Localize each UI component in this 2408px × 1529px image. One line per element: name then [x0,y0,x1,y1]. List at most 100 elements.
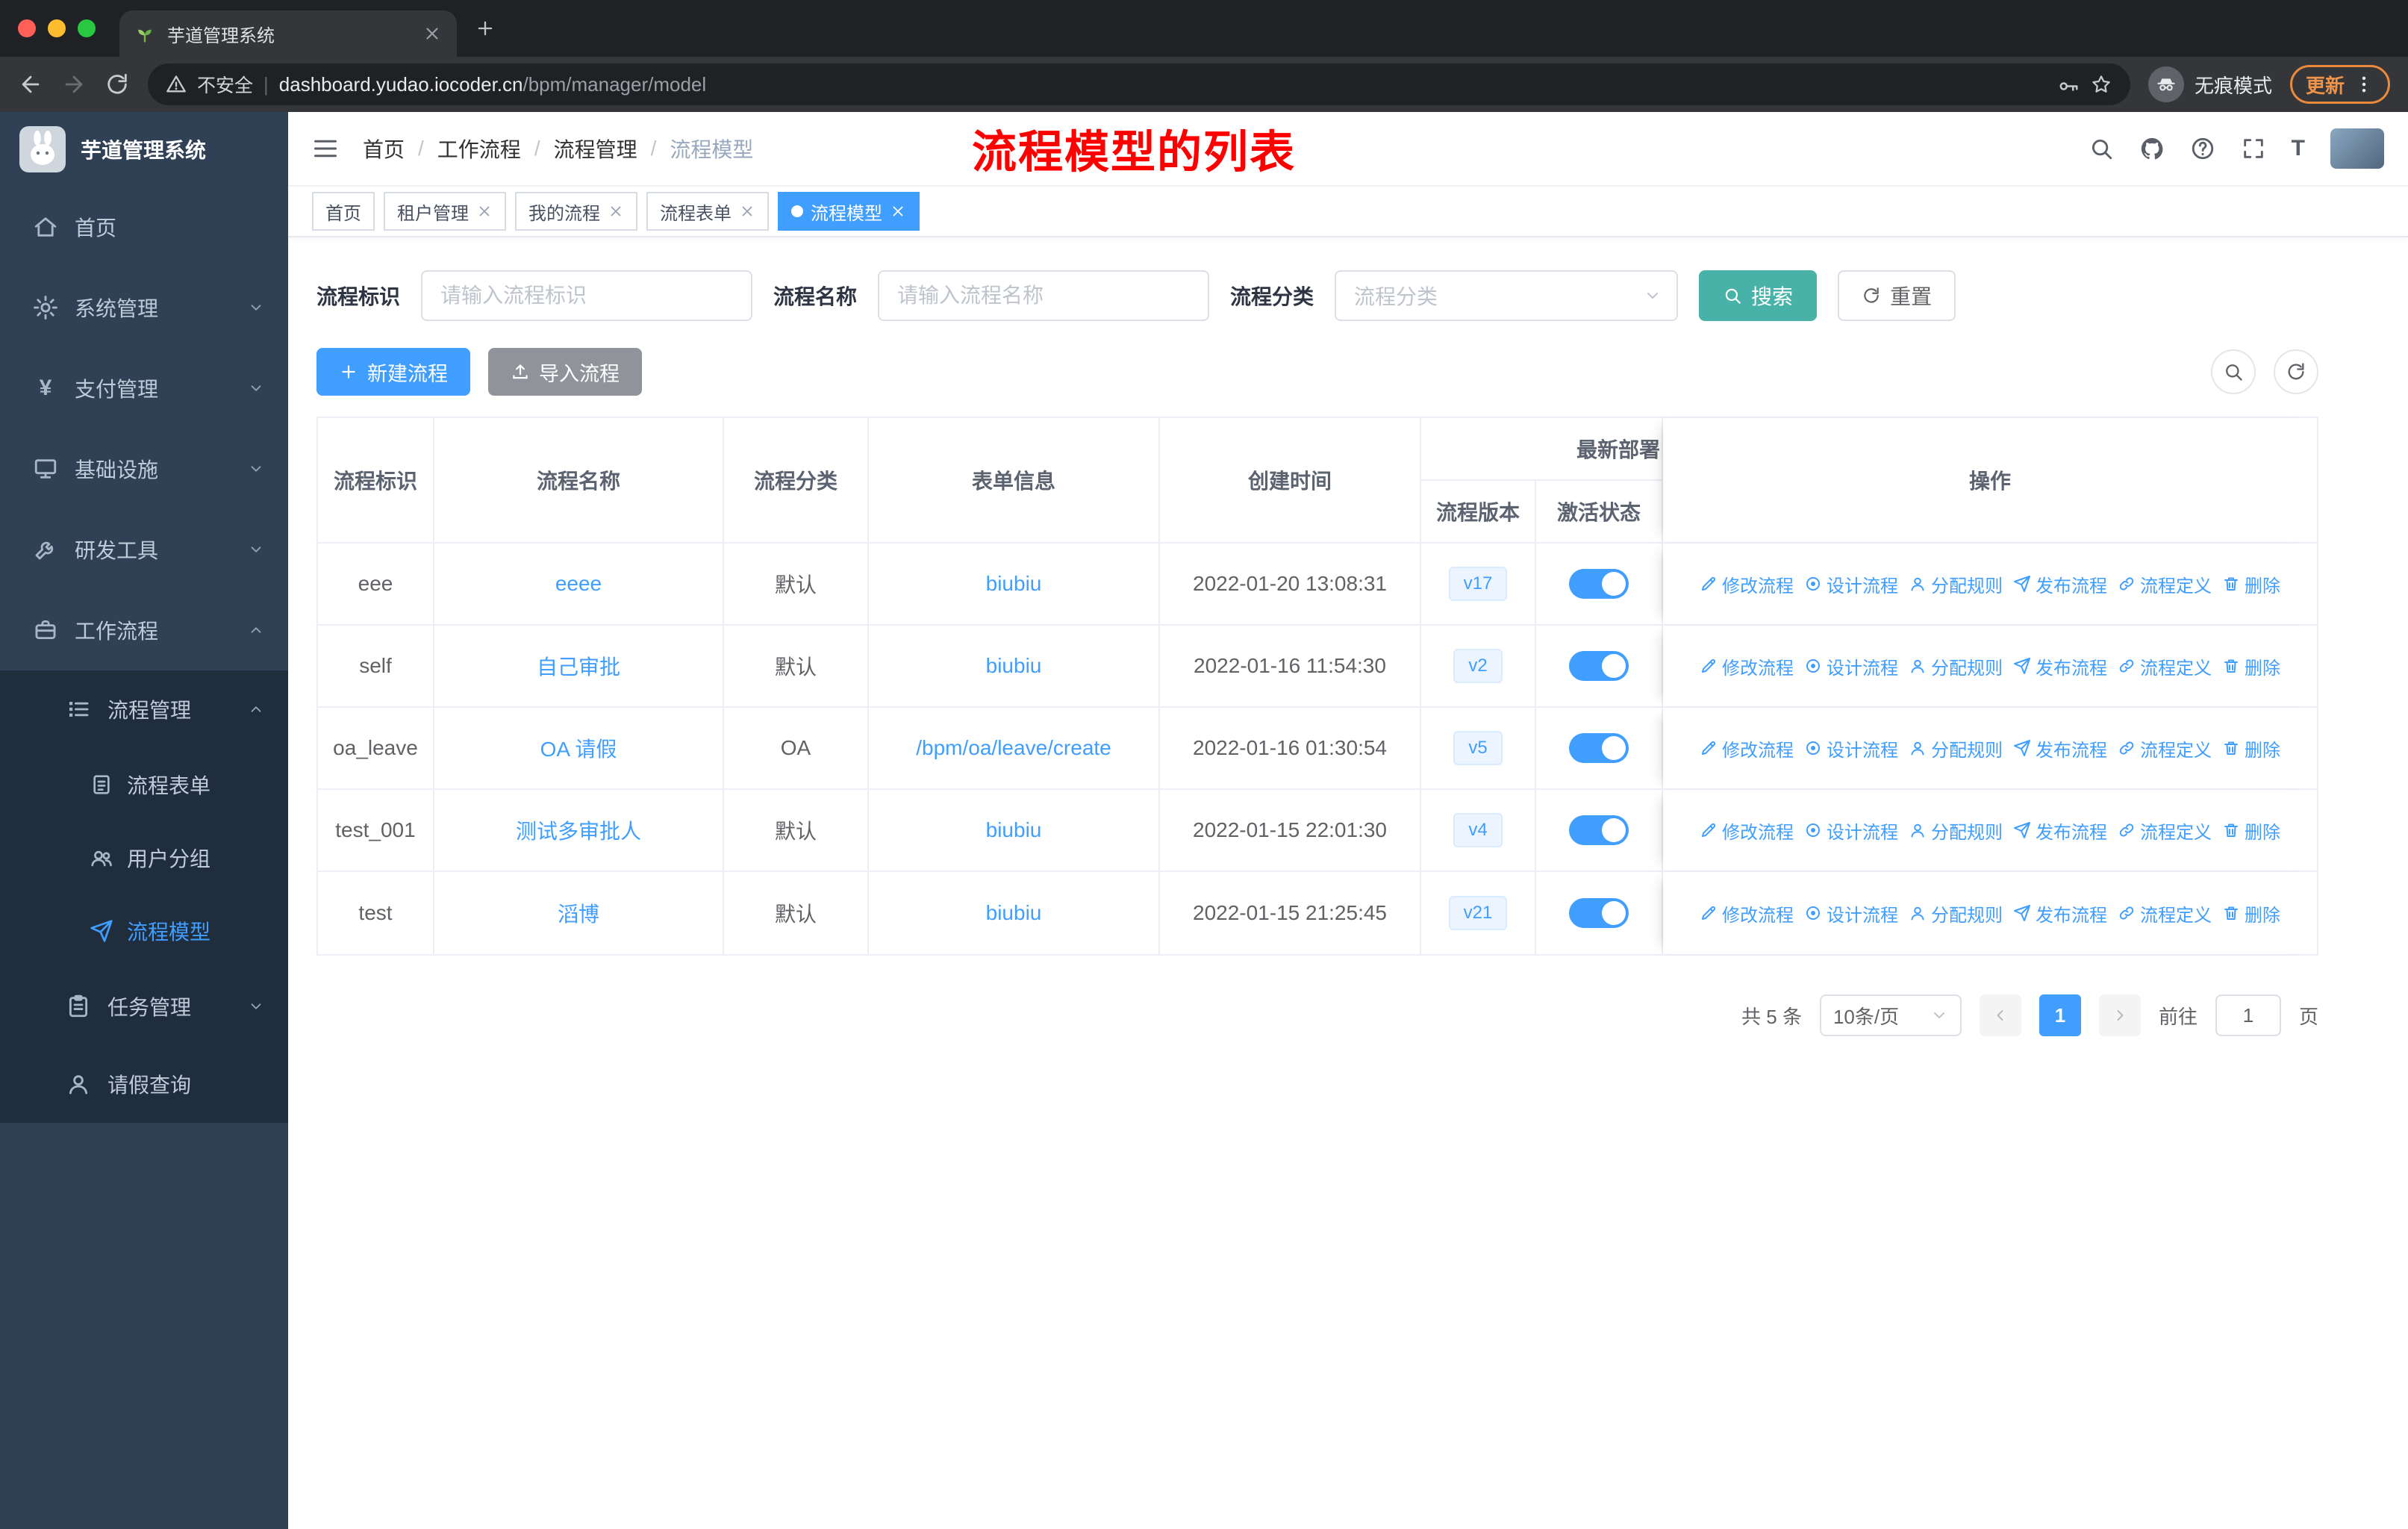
active-toggle[interactable] [1569,898,1629,928]
action-publish[interactable]: 发布流程 [2013,735,2107,762]
bookmark-star-icon[interactable] [2090,73,2112,96]
action-assign[interactable]: 分配规则 [1909,735,2003,762]
sidebar-item-home[interactable]: 首页 [0,187,288,267]
action-design[interactable]: 设计流程 [1804,571,1898,597]
fullscreen-icon[interactable] [2241,136,2266,161]
sidebar-item-devtools[interactable]: 研发工具 [0,509,288,590]
search-icon[interactable] [2089,136,2114,161]
address-bar[interactable]: 不安全 | dashboard.yudao.iocoder.cn/bpm/man… [148,63,2130,105]
action-delete[interactable]: 删除 [2222,900,2280,927]
action-definition[interactable]: 流程定义 [2118,653,2212,679]
action-delete[interactable]: 删除 [2222,571,2280,597]
breadcrumb-item[interactable]: 工作流程 [437,134,521,164]
sidebar-item-workflow[interactable]: 工作流程 [0,590,288,670]
form-link[interactable]: biubiu [986,818,1042,842]
active-toggle[interactable] [1569,815,1629,845]
sidebar-item-system[interactable]: 系统管理 [0,267,288,348]
tag-tenant[interactable]: 租户管理 [384,192,506,231]
update-button[interactable]: 更新 [2289,65,2390,104]
action-publish[interactable]: 发布流程 [2013,900,2107,927]
sidebar-item-user-group[interactable]: 用户分组 [0,821,288,894]
form-link[interactable]: /bpm/oa/leave/create [916,736,1111,760]
model-name-link[interactable]: 滔博 [558,898,599,928]
active-toggle[interactable] [1569,651,1629,681]
browser-menu-icon[interactable] [2354,74,2374,95]
action-assign[interactable]: 分配规则 [1909,653,2003,679]
action-edit[interactable]: 修改流程 [1700,735,1794,762]
browser-tab[interactable]: 芋道管理系统 [119,10,457,57]
create-process-button[interactable]: 新建流程 [316,348,470,396]
process-name-input[interactable] [878,270,1210,321]
action-design[interactable]: 设计流程 [1804,653,1898,679]
action-assign[interactable]: 分配规则 [1909,571,2003,597]
form-link[interactable]: biubiu [986,572,1042,596]
action-design[interactable]: 设计流程 [1804,900,1898,927]
collapse-sidebar-icon[interactable] [312,135,339,162]
model-name-link[interactable]: 自己审批 [537,651,620,681]
form-link[interactable]: biubiu [986,901,1042,925]
page-1-button[interactable]: 1 [2039,994,2081,1036]
process-category-select[interactable]: 流程分类 [1335,270,1679,321]
tag-my-process[interactable]: 我的流程 [515,192,637,231]
minimize-window-button[interactable] [48,19,66,37]
github-icon[interactable] [2139,136,2165,161]
import-process-button[interactable]: 导入流程 [488,348,642,396]
close-window-button[interactable] [18,19,36,37]
active-toggle[interactable] [1569,569,1629,599]
active-toggle[interactable] [1569,733,1629,763]
password-key-icon[interactable] [2057,73,2080,96]
breadcrumb-item[interactable]: 首页 [363,134,405,164]
model-name-link[interactable]: 测试多审批人 [516,815,641,845]
action-delete[interactable]: 删除 [2222,735,2280,762]
tag-home[interactable]: 首页 [312,192,375,231]
security-warning-icon[interactable] [166,74,187,95]
font-size-icon[interactable]: T [2292,137,2305,160]
action-assign[interactable]: 分配规则 [1909,818,2003,844]
sidebar-item-infra[interactable]: 基础设施 [0,429,288,509]
action-edit[interactable]: 修改流程 [1700,900,1794,927]
action-edit[interactable]: 修改流程 [1700,653,1794,679]
app-logo[interactable]: 芋道管理系统 [0,112,288,187]
reload-icon[interactable] [105,72,130,97]
page-size-select[interactable]: 10条/页 [1819,994,1962,1036]
avatar[interactable] [2330,128,2384,169]
search-button[interactable]: 搜索 [1699,270,1818,321]
action-assign[interactable]: 分配规则 [1909,900,2003,927]
model-name-link[interactable]: OA 请假 [540,733,617,763]
next-page-button[interactable] [2098,994,2141,1036]
goto-page-input[interactable] [2215,994,2281,1036]
sidebar-item-payment[interactable]: ¥ 支付管理 [0,348,288,429]
tag-process-form[interactable]: 流程表单 [646,192,769,231]
help-icon[interactable] [2190,136,2215,161]
sidebar-item-task-mgmt[interactable]: 任务管理 [0,968,288,1045]
action-definition[interactable]: 流程定义 [2118,571,2212,597]
sidebar-item-leave-query[interactable]: 请假查询 [0,1045,288,1123]
action-publish[interactable]: 发布流程 [2013,653,2107,679]
process-key-input[interactable] [421,270,753,321]
action-definition[interactable]: 流程定义 [2118,735,2212,762]
action-delete[interactable]: 删除 [2222,818,2280,844]
back-icon[interactable] [18,72,43,97]
sidebar-item-process-mgmt[interactable]: 流程管理 [0,670,288,748]
tag-process-model[interactable]: 流程模型 [778,192,920,231]
refresh-table-button[interactable] [2274,349,2318,394]
close-tab-icon[interactable] [422,24,442,43]
show-search-button[interactable] [2211,349,2256,394]
model-name-link[interactable]: eeee [555,572,602,596]
action-edit[interactable]: 修改流程 [1700,818,1794,844]
new-tab-button[interactable] [475,18,496,39]
maximize-window-button[interactable] [78,19,96,37]
close-icon[interactable] [476,203,493,219]
action-design[interactable]: 设计流程 [1804,735,1898,762]
reset-button[interactable]: 重置 [1838,270,1956,321]
sidebar-item-process-model[interactable]: 流程模型 [0,894,288,968]
action-definition[interactable]: 流程定义 [2118,818,2212,844]
forward-icon[interactable] [61,72,87,97]
breadcrumb-item[interactable]: 流程管理 [554,134,637,164]
close-icon[interactable] [608,203,624,219]
action-definition[interactable]: 流程定义 [2118,900,2212,927]
close-icon[interactable] [890,203,906,219]
action-edit[interactable]: 修改流程 [1700,571,1794,597]
action-design[interactable]: 设计流程 [1804,818,1898,844]
form-link[interactable]: biubiu [986,654,1042,678]
